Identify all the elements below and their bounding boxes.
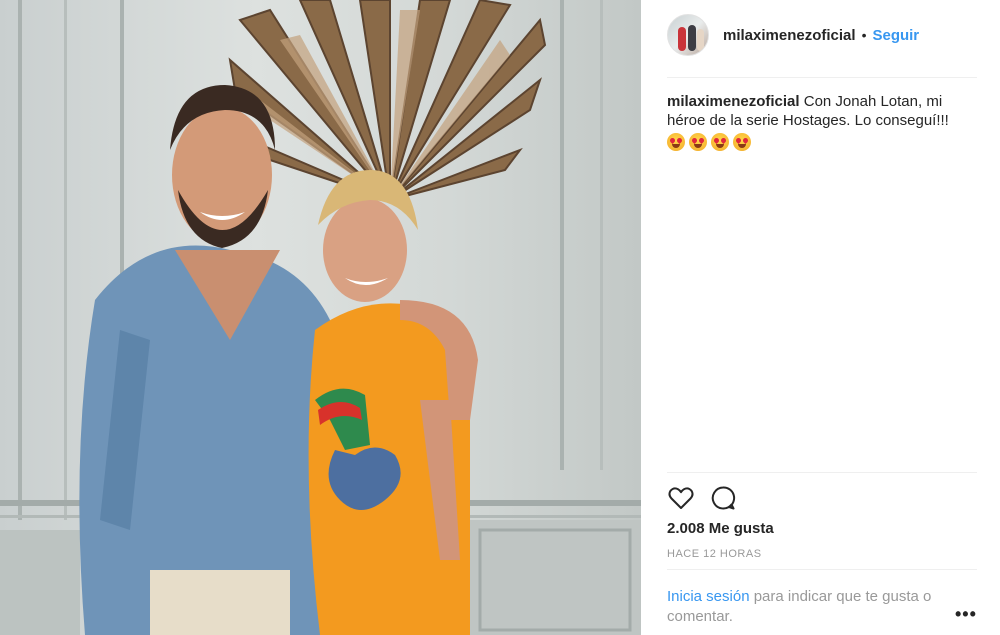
login-link[interactable]: Inicia sesión	[667, 588, 750, 605]
login-prompt: Inicia sesión para indicar que te gusta …	[667, 587, 957, 627]
post-caption: milaximenezoficial Con Jonah Lotan, mi h…	[667, 92, 982, 152]
header-username[interactable]: milaximenezoficial	[723, 27, 856, 44]
post-timestamp[interactable]: HACE 12 HORAS	[667, 548, 762, 560]
speech-bubble-icon[interactable]	[709, 484, 737, 512]
heart-eyes-emoji-icon	[689, 133, 707, 152]
photo-illustration	[0, 0, 641, 635]
avatar[interactable]	[667, 14, 709, 56]
heart-eyes-emoji-icon	[733, 133, 751, 152]
post-actions	[667, 484, 737, 512]
header-separator: •	[861, 27, 867, 43]
header-divider	[667, 77, 977, 78]
post-header: milaximenezoficial • Seguir	[667, 14, 977, 56]
caption-username[interactable]: milaximenezoficial	[667, 93, 800, 110]
heart-outline-icon[interactable]	[667, 484, 695, 512]
post-sidebar: milaximenezoficial • Seguir milaximenezo…	[641, 0, 1000, 635]
like-count[interactable]: 2.008 Me gusta	[667, 520, 774, 537]
heart-eyes-emoji-icon	[711, 133, 729, 152]
heart-eyes-emoji-icon	[667, 133, 685, 152]
caption-emojis	[667, 132, 982, 152]
login-divider	[667, 569, 977, 570]
follow-button[interactable]: Seguir	[872, 27, 919, 44]
actions-divider	[667, 472, 977, 473]
more-options-button[interactable]: •••	[955, 604, 977, 625]
post-photo[interactable]	[0, 0, 641, 635]
